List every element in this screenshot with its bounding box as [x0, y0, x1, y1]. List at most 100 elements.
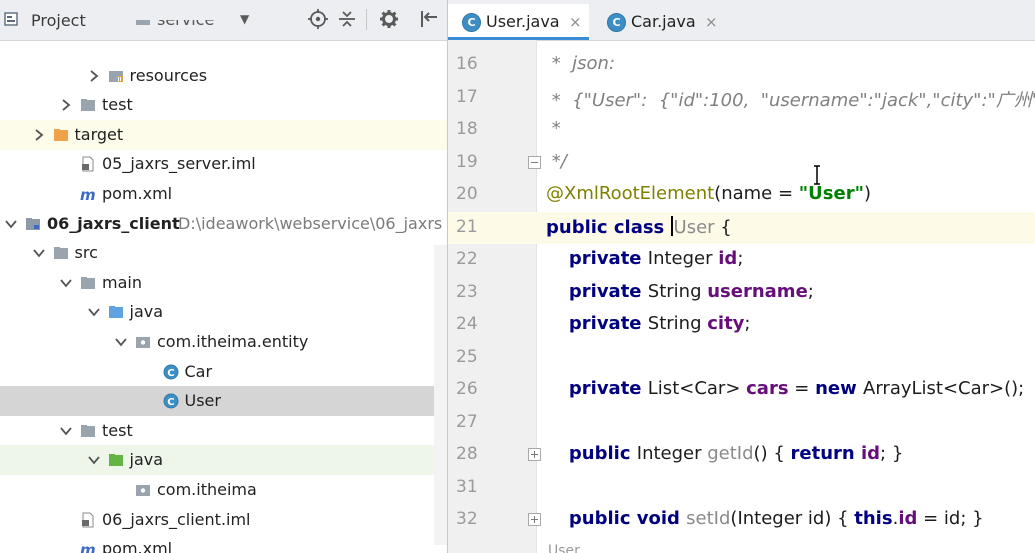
code-line[interactable]: 26 private List<Car> cars = new ArrayLis… — [448, 374, 1035, 406]
tree-item-label: main — [102, 272, 142, 292]
tree-item-car[interactable]: C Car — [0, 357, 447, 387]
tree-item-test[interactable]: test — [0, 90, 447, 120]
tree-item-test[interactable]: test — [0, 416, 447, 446]
collapse-fold-icon[interactable] — [528, 155, 541, 169]
test-folder-icon — [108, 452, 124, 468]
line-number: 24 — [456, 314, 478, 334]
editor-tab-bar: C User.java × C Car.java × — [448, 0, 1035, 41]
expanded-arrow-icon[interactable] — [87, 304, 101, 318]
iml-file-icon — [80, 156, 96, 172]
code-line[interactable]: 20 @XmlRootElement(name = "User") — [448, 179, 1035, 211]
tree-item-label: pom.xml — [102, 184, 173, 203]
code-text: * {"User": {"id":100, "username":"jack",… — [546, 89, 1035, 111]
text-cursor-icon — [814, 165, 820, 185]
collapsed-arrow-icon[interactable] — [59, 97, 73, 111]
code-line[interactable]: 23 private String username; — [448, 277, 1035, 309]
editor-breadcrumb[interactable]: User — [548, 543, 580, 553]
tree-item-java[interactable]: java — [0, 445, 447, 476]
project-tool-window: Project ▼ resources test target 05_jaxrs… — [0, 0, 447, 553]
class-icon: C — [462, 13, 481, 32]
code-text: public class User { — [546, 215, 732, 238]
tree-item-label: pom.xml — [102, 539, 173, 553]
code-text: private Integer id; — [568, 248, 744, 269]
expanded-arrow-icon[interactable] — [87, 452, 101, 466]
tree-item-java[interactable]: java — [0, 297, 447, 327]
code-line[interactable]: 18 * — [448, 114, 1035, 146]
tree-item-label: 05_jaxrs_server.iml — [102, 154, 256, 174]
collapsed-arrow-icon[interactable] — [32, 127, 46, 141]
tree-item-label: Car — [184, 361, 213, 381]
folder-icon — [53, 245, 69, 261]
tree-item-com-itheima[interactable]: com.itheima — [0, 475, 447, 505]
code-line[interactable]: 17 * {"User": {"id":100, "username":"jac… — [448, 82, 1035, 114]
code-line[interactable]: 27 — [448, 407, 1035, 439]
tree-item-label: src — [74, 243, 98, 263]
line-number: 26 — [456, 379, 478, 399]
line-number: 23 — [456, 281, 478, 302]
resources-folder-icon — [108, 68, 124, 84]
line-number: 25 — [456, 346, 478, 367]
line-number: 21 — [456, 216, 478, 237]
tree-item-src[interactable]: src — [0, 238, 447, 268]
code-line[interactable]: 16 * json: — [448, 49, 1035, 81]
code-text: @XmlRootElement(name = "User") — [546, 183, 871, 204]
code-line[interactable]: 31 — [448, 472, 1035, 504]
tree-item-user[interactable]: C User — [0, 386, 447, 417]
svg-text:m: m — [80, 186, 96, 202]
expanded-arrow-icon[interactable] — [4, 216, 18, 230]
tree-item-06-jaxrs-client[interactable]: 06_jaxrs_client D:\ideawork\webservice\06… — [0, 209, 447, 239]
line-number: 32 — [456, 509, 478, 529]
expand-fold-icon[interactable] — [528, 448, 541, 461]
tree-item-label: test — [102, 95, 133, 115]
module-path-label: D:\ideawork\webservice\06_jaxrs — [178, 213, 443, 233]
tree-item-pom-xml[interactable]: m pom.xml — [0, 534, 447, 553]
maven-icon: m — [80, 186, 96, 204]
line-number: 18 — [456, 119, 478, 139]
class-icon: C — [163, 393, 179, 409]
tab-car-java[interactable]: C Car.java × — [593, 4, 725, 40]
tree-item-resources[interactable]: resources — [0, 61, 447, 91]
tree-scrollbar-track[interactable] — [434, 245, 447, 545]
tree-item-label: target — [74, 124, 124, 144]
code-line[interactable]: 32 public void setId(Integer id) { this.… — [448, 504, 1035, 536]
package-icon — [135, 334, 151, 350]
expanded-arrow-icon[interactable] — [114, 334, 128, 348]
collapsed-arrow-icon[interactable] — [87, 68, 101, 82]
tree-item-pom-xml[interactable]: m pom.xml — [0, 179, 447, 209]
tree-item-com-itheima-entity[interactable]: com.itheima.entity — [0, 327, 447, 357]
expand-fold-icon[interactable] — [528, 513, 541, 526]
folder-icon — [80, 423, 96, 439]
code-line[interactable]: 22 private Integer id; — [448, 244, 1035, 276]
class-icon: C — [607, 13, 626, 32]
code-line[interactable]: 24 private String city; — [448, 309, 1035, 341]
folder-icon — [80, 97, 96, 113]
code-line[interactable]: 25 — [448, 342, 1035, 374]
tree-item-target[interactable]: target — [0, 119, 447, 150]
code-text: public void setId(Integer id) { this.id … — [568, 508, 984, 529]
close-tab-icon[interactable]: × — [569, 13, 582, 31]
tree-item-label: java — [129, 450, 164, 470]
tree-item-service[interactable]: service — [0, 20, 447, 34]
code-line[interactable]: 19 */ — [448, 147, 1035, 179]
orange-folder-icon — [53, 127, 69, 143]
tree-item-label: User — [184, 391, 221, 411]
close-tab-icon[interactable]: × — [705, 13, 718, 31]
tree-item-06-jaxrs-client-iml[interactable]: 06_jaxrs_client.iml — [0, 505, 447, 535]
maven-icon: m — [80, 541, 96, 553]
code-line[interactable]: 21 public class User { — [448, 211, 1035, 244]
svg-text:C: C — [167, 397, 174, 408]
tree-item-label: 06_jaxrs_client.iml — [102, 509, 251, 529]
text-caret — [670, 215, 673, 236]
tree-item-main[interactable]: main — [0, 268, 447, 298]
tree-item-05-jaxrs-server-iml[interactable]: 05_jaxrs_server.iml — [0, 149, 447, 179]
code-text: private String username; — [568, 280, 814, 302]
expanded-arrow-icon[interactable] — [32, 245, 46, 259]
tab-user-java[interactable]: C User.java × — [448, 4, 589, 40]
code-text: */ — [546, 150, 567, 172]
expanded-arrow-icon[interactable] — [59, 275, 73, 289]
code-line[interactable]: 28 public Integer getId() { return id; } — [448, 439, 1035, 471]
tree-item-label: com.itheima — [157, 480, 257, 499]
tree-item-label: resources — [129, 65, 208, 85]
line-number: 19 — [456, 151, 478, 172]
expanded-arrow-icon[interactable] — [59, 423, 73, 437]
